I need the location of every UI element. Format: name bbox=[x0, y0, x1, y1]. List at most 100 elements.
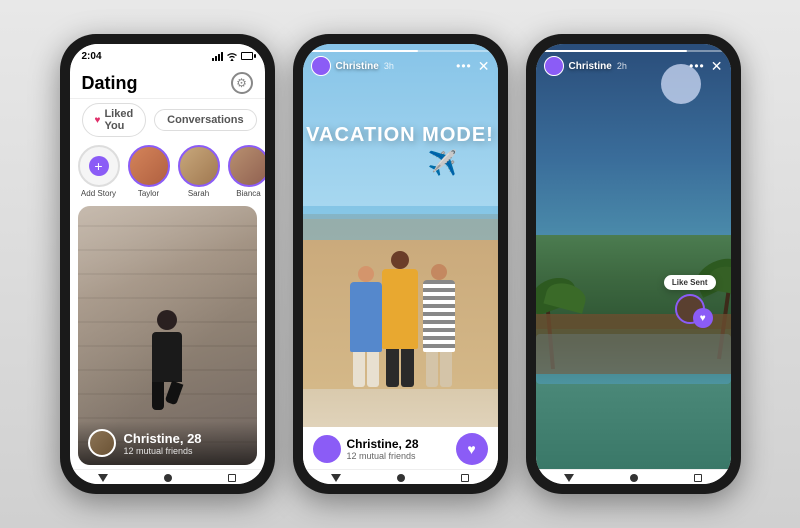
add-story-avatar: + bbox=[78, 145, 120, 187]
story-bottom-user-2: Christine, 28 12 mutual friends bbox=[313, 435, 419, 463]
taylor-label: Taylor bbox=[138, 189, 159, 198]
story-user-avatar-3 bbox=[544, 56, 564, 76]
beach-background bbox=[303, 44, 498, 469]
heart-icon-2: ♥ bbox=[467, 441, 475, 457]
story-progress-bar-3 bbox=[544, 50, 723, 52]
dating-title: Dating bbox=[82, 73, 138, 94]
story-actions-3: ••• ✕ bbox=[689, 59, 722, 73]
profile-card[interactable]: Christine, 28 12 mutual friends bbox=[78, 206, 257, 465]
settings-button[interactable]: ⚙ bbox=[231, 72, 253, 94]
home-button[interactable] bbox=[164, 474, 172, 482]
status-bar-1: 2:04 bbox=[70, 44, 265, 66]
airplane-emoji: ✈️ bbox=[428, 149, 458, 178]
recents-button-2[interactable] bbox=[461, 474, 469, 482]
like-sent-text: Like Sent bbox=[672, 278, 708, 287]
story-progress-fill bbox=[311, 50, 418, 52]
bottom-nav-2 bbox=[303, 469, 498, 484]
story-actions-2: ••• ✕ bbox=[456, 59, 489, 73]
story-bianca[interactable]: Bianca bbox=[228, 145, 265, 198]
add-story-label: Add Story bbox=[81, 189, 116, 198]
women-group bbox=[340, 197, 460, 387]
status-time: 2:04 bbox=[82, 51, 102, 62]
bottom-nav-3 bbox=[536, 469, 731, 484]
story-bottom-text-2: Christine, 28 12 mutual friends bbox=[347, 437, 419, 461]
heart-icon: ♥ bbox=[95, 115, 101, 126]
sarah-label: Sarah bbox=[188, 189, 209, 198]
story-top-row-2: Christine 3h ••• ✕ bbox=[303, 56, 498, 80]
phone-2-screen: Christine 3h ••• ✕ VACATION MODE! ✈️ bbox=[303, 44, 498, 484]
taylor-avatar bbox=[128, 145, 170, 187]
story-top-row-3: Christine 2h ••• ✕ bbox=[536, 56, 731, 80]
home-button-2[interactable] bbox=[397, 474, 405, 482]
woman-3 bbox=[418, 264, 460, 387]
close-icon-3[interactable]: ✕ bbox=[711, 59, 723, 73]
like-sent-heart-icon: ♥ bbox=[693, 308, 713, 328]
signal-icon bbox=[212, 52, 223, 61]
phone-2: Christine 3h ••• ✕ VACATION MODE! ✈️ bbox=[293, 34, 508, 494]
home-button-3[interactable] bbox=[630, 474, 638, 482]
like-button-2[interactable]: ♥ bbox=[456, 433, 488, 465]
conversations-tab[interactable]: Conversations bbox=[154, 109, 256, 131]
phone-3: Like Sent ♥ Christine 2h bbox=[526, 34, 741, 494]
story-progress-bar bbox=[311, 50, 490, 52]
status-icons bbox=[212, 52, 253, 61]
liked-you-label: Liked You bbox=[104, 108, 133, 132]
story-username-2: Christine bbox=[336, 61, 379, 72]
story-text-overlay: VACATION MODE! bbox=[306, 124, 494, 147]
dating-header: Dating ⚙ bbox=[70, 66, 265, 99]
story-time-3: 2h bbox=[617, 61, 627, 71]
sarah-avatar bbox=[178, 145, 220, 187]
card-background: Christine, 28 12 mutual friends bbox=[78, 206, 257, 465]
card-avatar bbox=[88, 429, 116, 457]
bottom-nav-1 bbox=[70, 469, 265, 484]
liked-you-tab[interactable]: ♥ Liked You bbox=[82, 103, 147, 137]
card-text: Christine, 28 12 mutual friends bbox=[124, 431, 202, 456]
story-screen-2: Christine 3h ••• ✕ VACATION MODE! ✈️ bbox=[303, 44, 498, 469]
add-story-plus-icon: + bbox=[89, 156, 109, 176]
bianca-avatar bbox=[228, 145, 265, 187]
add-story-item[interactable]: + Add Story bbox=[78, 145, 120, 198]
tabs-row: ♥ Liked You Conversations bbox=[70, 99, 265, 141]
phone-1-screen: 2:04 Dating ⚙ bbox=[70, 44, 265, 484]
story-user-info-3: Christine 2h bbox=[544, 56, 627, 76]
vacation-mode-text: VACATION MODE! bbox=[306, 124, 494, 146]
stories-row: + Add Story Taylor Sarah Bianca bbox=[70, 141, 265, 202]
back-button-3[interactable] bbox=[564, 474, 574, 482]
bianca-label: Bianca bbox=[236, 189, 260, 198]
story-header-3: Christine 2h ••• ✕ bbox=[536, 44, 731, 80]
story-username-3: Christine bbox=[569, 61, 612, 72]
story-bottom-avatar-2 bbox=[313, 435, 341, 463]
more-options-icon-3[interactable]: ••• bbox=[689, 59, 705, 73]
story-screen-3: Like Sent ♥ Christine 2h bbox=[536, 44, 731, 469]
conversations-label: Conversations bbox=[167, 114, 243, 126]
story-sarah[interactable]: Sarah bbox=[178, 145, 220, 198]
story-taylor[interactable]: Taylor bbox=[128, 145, 170, 198]
phone-1: 2:04 Dating ⚙ bbox=[60, 34, 275, 494]
dating-app-content: Dating ⚙ ♥ Liked You Conversations bbox=[70, 66, 265, 484]
card-info: Christine, 28 12 mutual friends bbox=[78, 421, 257, 465]
gear-icon: ⚙ bbox=[236, 76, 247, 90]
more-options-icon[interactable]: ••• bbox=[456, 59, 472, 73]
story-user-info-2: Christine 3h bbox=[311, 56, 394, 76]
like-sent-group: Like Sent ♥ bbox=[664, 275, 716, 324]
person-silhouette bbox=[142, 310, 192, 410]
story-time-2: 3h bbox=[384, 61, 394, 71]
recents-button-3[interactable] bbox=[694, 474, 702, 482]
back-button[interactable] bbox=[98, 474, 108, 482]
story-bottom-sub-2: 12 mutual friends bbox=[347, 451, 419, 461]
like-sent-badge: Like Sent bbox=[664, 275, 716, 290]
card-name: Christine, 28 bbox=[124, 431, 202, 446]
story-header-2: Christine 3h ••• ✕ bbox=[303, 44, 498, 80]
story-progress-fill-3 bbox=[544, 50, 687, 52]
close-icon-2[interactable]: ✕ bbox=[478, 59, 490, 73]
wifi-icon bbox=[226, 52, 238, 61]
story-bottom-2: Christine, 28 12 mutual friends ♥ bbox=[303, 427, 498, 469]
back-button-2[interactable] bbox=[331, 474, 341, 482]
resort-background: Like Sent ♥ bbox=[536, 44, 731, 469]
card-sub: 12 mutual friends bbox=[124, 446, 202, 456]
story-bottom-name-2: Christine, 28 bbox=[347, 437, 419, 451]
like-sent-avatar-group: ♥ bbox=[675, 294, 705, 324]
recents-button[interactable] bbox=[228, 474, 236, 482]
story-user-avatar-2 bbox=[311, 56, 331, 76]
phone-3-screen: Like Sent ♥ Christine 2h bbox=[536, 44, 731, 484]
